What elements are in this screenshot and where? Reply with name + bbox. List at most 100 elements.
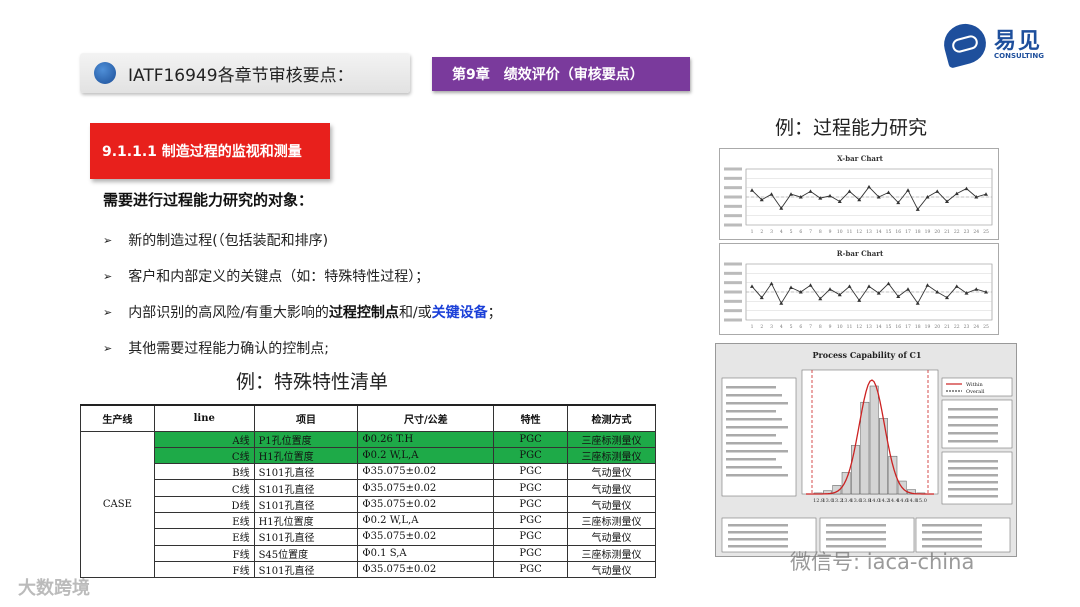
- cell-method: 三座标测量仪: [567, 446, 656, 465]
- stat-line: [948, 467, 998, 470]
- cell-item: S101孔直径: [253, 528, 359, 546]
- table-row: C线 S101孔直径 Φ35.075±0.02 PGC 气动量仪: [81, 479, 656, 497]
- arrow-bullet-icon: ➢: [103, 341, 113, 355]
- cell-dim: Φ35.075±0.02: [357, 463, 495, 481]
- cell-line: C线: [153, 479, 255, 497]
- stat-line: [948, 440, 998, 443]
- y-tick-label: [724, 309, 742, 313]
- cell-dim: Φ35.075±0.02: [357, 479, 495, 497]
- cell-method: 气动量仪: [567, 495, 656, 513]
- x-tick-label: 17: [905, 229, 911, 235]
- table-header-row: 生产线 line 项目 尺寸/公差 特性 检测方式: [80, 404, 656, 432]
- stat-line: [948, 481, 998, 484]
- stat-line: [728, 538, 788, 541]
- logo-en-text: CONSULTING: [994, 52, 1044, 60]
- data-point: [789, 285, 793, 290]
- y-tick-label: [724, 299, 742, 303]
- cell-item: P1孔位置度: [253, 430, 359, 448]
- stat-line: [948, 495, 998, 498]
- x-tick-label: 9: [829, 324, 832, 330]
- cell-method: 气动量仪: [567, 528, 656, 546]
- x-tick-label: 1: [751, 229, 754, 235]
- data-point: [886, 281, 891, 286]
- y-tick-label: [724, 290, 742, 294]
- data-point: [808, 283, 813, 287]
- table-row: CASE A线 P1孔位置度 Φ0.26 T.H PGC 三座标测量仪: [80, 430, 656, 579]
- stat-line: [726, 426, 788, 429]
- cell-line: F线: [153, 560, 255, 579]
- x-tick-label: 6: [799, 229, 802, 235]
- data-point: [906, 188, 910, 192]
- y-tick-label: [724, 186, 742, 190]
- stat-line: [726, 442, 782, 445]
- stat-line: [726, 410, 776, 413]
- x-tick-label: 4: [780, 324, 783, 330]
- x-tick-label: 17: [905, 324, 911, 330]
- table-row: B线 S101孔直径 Φ35.075±0.02 PGC 气动量仪: [81, 463, 656, 481]
- pcap-chart-title: Process Capability of C1: [813, 350, 922, 360]
- section-heading: 9.1.1.1 制造过程的监视和测量: [90, 123, 330, 179]
- bottom-watermark: 大数跨境: [18, 578, 90, 599]
- stat-line: [826, 524, 886, 527]
- y-tick-label: [724, 223, 742, 227]
- x-tick-label: 12: [856, 229, 862, 235]
- x-tick-label: 3: [770, 324, 773, 330]
- header-cell: 检测方式: [567, 404, 656, 432]
- cell-line: E线: [153, 528, 255, 546]
- stat-line: [948, 424, 998, 427]
- x-tick-label: 15: [886, 229, 892, 235]
- x-tick-label: 22: [954, 324, 960, 330]
- wechat-watermark: 微信号: iaca-china: [790, 550, 975, 574]
- y-tick-label: [724, 195, 742, 199]
- cell-dim: Φ0.2 W,L,A: [357, 446, 495, 465]
- data-point: [847, 189, 852, 193]
- x-tick-label: 7: [809, 229, 812, 235]
- arrow-bullet-icon: ➢: [103, 305, 113, 319]
- x-tick-label: 4: [780, 229, 783, 235]
- y-tick-label: [724, 271, 742, 275]
- x-tick-label: 23: [964, 229, 970, 235]
- bullet-text-mid: 和/或: [398, 305, 432, 321]
- cell-dim: Φ0.2 W,L,A: [357, 511, 495, 530]
- cell-method: 气动量仪: [567, 479, 656, 497]
- cell-line: B线: [153, 463, 255, 481]
- cell-dim: Φ35.075±0.02: [357, 560, 495, 579]
- stat-line: [948, 474, 998, 477]
- y-tick-label: [724, 176, 742, 180]
- table-row: E线 H1孔位置度 Φ0.2 W,L,A PGC 三座标测量仪: [81, 511, 656, 530]
- data-point: [925, 283, 930, 287]
- bullet-item: ➢ 新的制造过程(（包括装配和排序): [103, 222, 502, 258]
- cell-method: 气动量仪: [567, 560, 656, 579]
- cell-item: H1孔位置度: [253, 511, 359, 530]
- cell-item: H1孔位置度: [253, 446, 359, 465]
- x-tick-label: 11: [847, 324, 853, 330]
- data-point: [808, 189, 813, 193]
- x-tick-label: 18: [915, 324, 921, 330]
- x-tick-label: 25: [983, 229, 989, 235]
- cell-char: PGC: [493, 495, 569, 513]
- table-row: D线 S101孔直径 Φ35.075±0.02 PGC 气动量仪: [81, 495, 656, 513]
- data-point: [964, 186, 969, 191]
- chart-section-title: 例：过程能力研究: [775, 117, 928, 139]
- table-row: E线 S101孔直径 Φ35.075±0.02 PGC 气动量仪: [81, 528, 656, 546]
- header-cell: 尺寸/公差: [357, 404, 495, 432]
- data-point: [828, 193, 832, 198]
- stat-line: [826, 531, 886, 534]
- x-tick-label: 16: [895, 324, 901, 330]
- header-cell: 项目: [253, 404, 359, 432]
- x-tick-label: 10: [837, 229, 843, 235]
- x-tick-label: 12: [856, 324, 862, 330]
- histogram-bar: [879, 418, 888, 495]
- x-tick-label: 25: [983, 324, 989, 330]
- bullet-text: 其他需要过程能力确认的控制点;: [128, 341, 329, 357]
- stat-line: [726, 466, 782, 469]
- stat-line: [948, 408, 998, 411]
- stat-line: [728, 531, 788, 534]
- data-point: [867, 184, 871, 189]
- x-tick-label: 10: [837, 324, 843, 330]
- legend-overall-label: Overall: [966, 389, 985, 395]
- cell-char: PGC: [493, 511, 569, 530]
- x-tick-label: 11: [847, 229, 853, 235]
- bullet-text: 客户和内部定义的关键点（如：特殊特性过程）；: [128, 269, 430, 285]
- cell-method: 三座标测量仪: [567, 544, 656, 562]
